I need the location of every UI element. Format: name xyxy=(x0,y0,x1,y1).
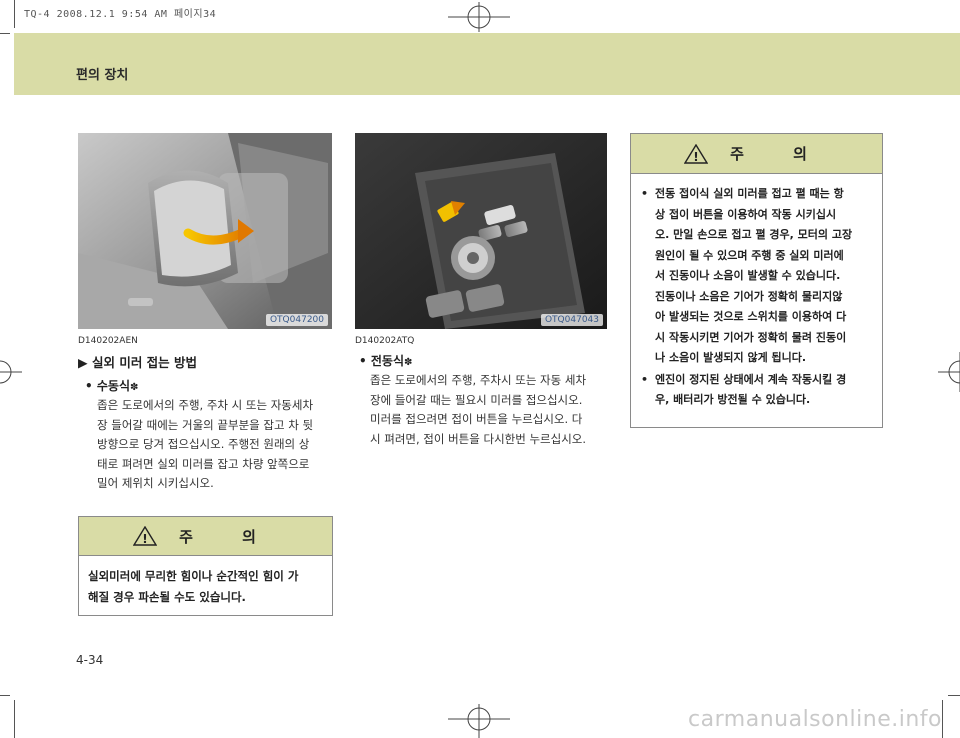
body-line: 좁은 도로에서의 주행, 주차 시 또는 자동세차 xyxy=(97,398,314,412)
print-header: TQ-4 2008.12.1 9:54 AM 페이지34 xyxy=(24,9,217,20)
asterisk-mark: ✽ xyxy=(403,357,413,368)
registration-mark-icon xyxy=(448,2,510,32)
caution-line: 나 소음이 발생되지 않게 됩니다. xyxy=(655,351,807,364)
bullet-label: 수동식 xyxy=(96,379,130,393)
asterisk-mark: ✽ xyxy=(129,382,139,393)
bullet-dot: • xyxy=(85,379,97,393)
image-code: OTQ047043 xyxy=(540,314,603,326)
warning-triangle-icon: ! xyxy=(133,526,158,546)
caution-item: 엔진이 정지된 상태에서 계속 작동시킬 경 우, 배터리가 방전될 수 있습니… xyxy=(639,370,876,411)
bullet-label: 전동식 xyxy=(370,354,404,368)
caution-line: 우, 배터리가 방전될 수 있습니다. xyxy=(655,393,811,406)
body-line: 시 펴려면, 접이 버튼을 다시한번 누르십시오. xyxy=(370,431,587,446)
caution-line: 시 작동시키면 기어가 정확히 물려 진동이 xyxy=(655,330,847,344)
caution-box: ! 주 의 실외미러에 무리한 힘이나 순간적인 힘이 가 해질 경우 파손될 … xyxy=(78,516,333,616)
registration-mark-icon xyxy=(0,360,22,384)
caution-line: 상 접이 버튼을 이용하여 작동 시키십시 xyxy=(655,207,837,221)
registration-mark-icon xyxy=(938,352,960,392)
section-title: 편의 장치 xyxy=(76,68,129,83)
crop-mark xyxy=(0,33,10,34)
bullet-title: • 수동식✽ xyxy=(85,377,138,394)
crop-mark xyxy=(948,695,960,696)
caution-box: ! 주 의 전동 접이식 실외 미러를 접고 펼 때는 항 상 접이 버튼을 이… xyxy=(630,133,883,428)
body-line: 장에 들어갈 때는 필요시 미러를 접으십시오. xyxy=(370,392,583,407)
bullet-dot: • xyxy=(359,354,371,368)
body-paragraph: 좁은 도로에서의 주행, 주차시 또는 자동 세차 장에 들어갈 때는 필요시 … xyxy=(370,371,610,449)
body-line: 좁은 도로에서의 주행, 주차시 또는 자동 세차 xyxy=(370,373,587,387)
caution-line: 실외미러에 무리한 힘이나 순간적인 힘이 가 xyxy=(88,569,299,583)
caution-header: ! 주 의 xyxy=(79,517,332,556)
caution-header: ! 주 의 xyxy=(631,134,882,174)
caution-line: 오. 만일 손으로 접고 펼 경우, 모터의 고장 xyxy=(655,228,853,241)
reference-code: D140202AEN xyxy=(78,336,138,346)
caution-line: 원인이 될 수 있으며 주행 중 실외 미러에 xyxy=(655,248,844,262)
body-line: 장 들어갈 때에는 거울의 끝부분을 잡고 차 뒷 xyxy=(97,417,314,432)
crop-mark xyxy=(0,695,10,696)
body-line: 밀어 제위치 시키십시오. xyxy=(97,476,214,490)
caution-line: 전동 접이식 실외 미러를 접고 펼 때는 항 xyxy=(655,187,844,200)
crop-mark xyxy=(14,0,15,28)
svg-text:!: ! xyxy=(142,532,147,546)
caution-line: 엔진이 정지된 상태에서 계속 작동시킬 경 xyxy=(655,372,847,386)
power-fold-switch-photo: OTQ047043 xyxy=(355,133,607,329)
warning-triangle-icon: ! xyxy=(684,143,709,164)
subsection-heading: ▶ 실외 미러 접는 방법 xyxy=(78,355,198,370)
registration-mark-icon xyxy=(448,704,510,738)
crop-mark xyxy=(942,700,943,738)
svg-text:!: ! xyxy=(693,150,698,164)
caution-line: 진동이나 소음은 기어가 정확히 물리지않 xyxy=(655,289,843,303)
body-paragraph: 좁은 도로에서의 주행, 주차 시 또는 자동세차 장 들어갈 때에는 거울의 … xyxy=(97,396,337,494)
body-line: 방향으로 당겨 접으십시오. 주행전 원래의 상 xyxy=(97,437,310,451)
caution-line: 해질 경우 파손될 수도 있습니다. xyxy=(88,590,246,604)
image-code: OTQ047200 xyxy=(265,314,328,326)
caution-title: 주 의 xyxy=(730,145,829,163)
bullet-title: • 전동식✽ xyxy=(359,352,412,369)
caution-line: 아 발생되는 것으로 스위치를 이용하여 다 xyxy=(655,310,847,323)
manual-mirror-photo: OTQ047200 xyxy=(78,133,332,329)
body-line: 미러를 접으려면 접이 버튼을 누르십시오. 다 xyxy=(370,412,583,426)
reference-code: D140202ATQ xyxy=(355,336,415,346)
caution-text: 실외미러에 무리한 힘이나 순간적인 힘이 가 해질 경우 파손될 수도 있습니… xyxy=(79,556,332,608)
crop-mark xyxy=(14,700,15,738)
body-line: 태로 펴려면 실외 미러를 잡고 차량 앞쪽으로 xyxy=(97,456,310,471)
header-band xyxy=(14,33,960,95)
page-number: 4-34 xyxy=(76,653,104,667)
caution-text: 전동 접이식 실외 미러를 접고 펼 때는 항 상 접이 버튼을 이용하여 작동… xyxy=(631,174,882,411)
caution-item: 전동 접이식 실외 미러를 접고 펼 때는 항 상 접이 버튼을 이용하여 작동… xyxy=(639,184,876,369)
watermark: carmanualsonline.info xyxy=(688,707,942,732)
caution-title: 주 의 xyxy=(179,527,278,546)
caution-line: 서 진동이나 소음이 발생할 수 있습니다. xyxy=(655,269,841,282)
